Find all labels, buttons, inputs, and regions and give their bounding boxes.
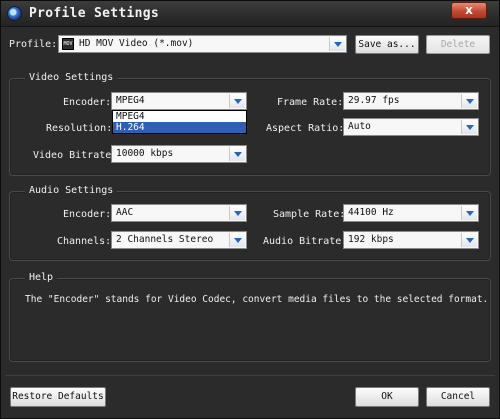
window-title: Profile Settings [29,6,160,21]
footer-divider [5,375,495,376]
title-bar[interactable]: Profile Settings x [1,1,499,27]
profile-settings-window: Profile Settings x Profile: MOV HD MOV V… [0,0,500,419]
channels-label: Channels: [57,236,112,247]
chevron-down-icon[interactable] [461,206,477,220]
restore-defaults-button[interactable]: Restore Defaults [10,387,106,407]
cancel-button[interactable]: Cancel [426,387,490,407]
delete-button[interactable]: Delete [426,35,490,54]
audio-bitrate-select[interactable]: 192 kbps [343,231,479,249]
profile-label: Profile: [9,39,58,50]
audio-settings-group [9,191,491,261]
mov-file-icon: MOV [62,38,74,50]
ok-button[interactable]: OK [355,387,419,407]
resolution-label: Resolution: [46,123,113,134]
sample-rate-label: Sample Rate: [273,209,346,220]
chevron-down-icon[interactable] [229,147,245,161]
encoder-option-h264[interactable]: H.264 [113,122,246,133]
audio-settings-title: Audio Settings [25,185,118,196]
channels-select[interactable]: 2 Channels Stereo [111,231,247,249]
video-encoder-value: MPEG4 [116,95,145,106]
video-bitrate-select[interactable]: 10000 kbps [111,145,247,163]
sample-rate-value: 44100 Hz [348,207,394,218]
frame-rate-label: Frame Rate: [277,97,344,108]
app-logo-icon [7,6,22,21]
video-bitrate-value: 10000 kbps [116,148,174,159]
aspect-ratio-value: Auto [348,121,371,132]
chevron-down-icon[interactable] [461,94,477,108]
video-encoder-select[interactable]: MPEG4 [111,92,247,110]
encoder-option-mpeg4[interactable]: MPEG4 [113,111,246,122]
audio-bitrate-label: Audio Bitrate: [263,236,348,247]
frame-rate-select[interactable]: 29.97 fps [343,92,479,110]
frame-rate-value: 29.97 fps [348,95,400,106]
audio-encoder-label: Encoder: [63,209,112,220]
aspect-ratio-label: Aspect Ratio: [266,123,345,134]
video-encoder-dropdown-list[interactable]: MPEG4 H.264 [112,110,247,134]
help-group [9,278,491,362]
profile-value: HD MOV Video (*.mov) [79,38,194,49]
video-encoder-label: Encoder: [63,97,112,108]
chevron-down-icon[interactable] [229,233,245,247]
audio-encoder-value: AAC [116,207,134,218]
video-bitrate-label: Video Bitrate: [33,150,118,161]
profile-select[interactable]: MOV HD MOV Video (*.mov) [58,35,347,53]
chevron-down-icon[interactable] [461,233,477,247]
chevron-down-icon[interactable] [461,120,477,134]
save-as-button[interactable]: Save as... [355,35,419,54]
audio-bitrate-value: 192 kbps [348,234,394,245]
video-settings-title: Video Settings [25,72,118,83]
help-text: The "Encoder" stands for Video Codec, co… [25,294,489,305]
channels-value: 2 Channels Stereo [116,234,214,245]
audio-encoder-select[interactable]: AAC [111,204,247,222]
chevron-down-icon[interactable] [329,37,345,51]
close-button[interactable]: x [451,2,487,19]
chevron-down-icon[interactable] [229,206,245,220]
help-title: Help [25,272,58,283]
chevron-down-icon[interactable] [229,94,245,108]
aspect-ratio-select[interactable]: Auto [343,118,479,136]
close-icon: x [465,3,473,17]
sample-rate-select[interactable]: 44100 Hz [343,204,479,222]
